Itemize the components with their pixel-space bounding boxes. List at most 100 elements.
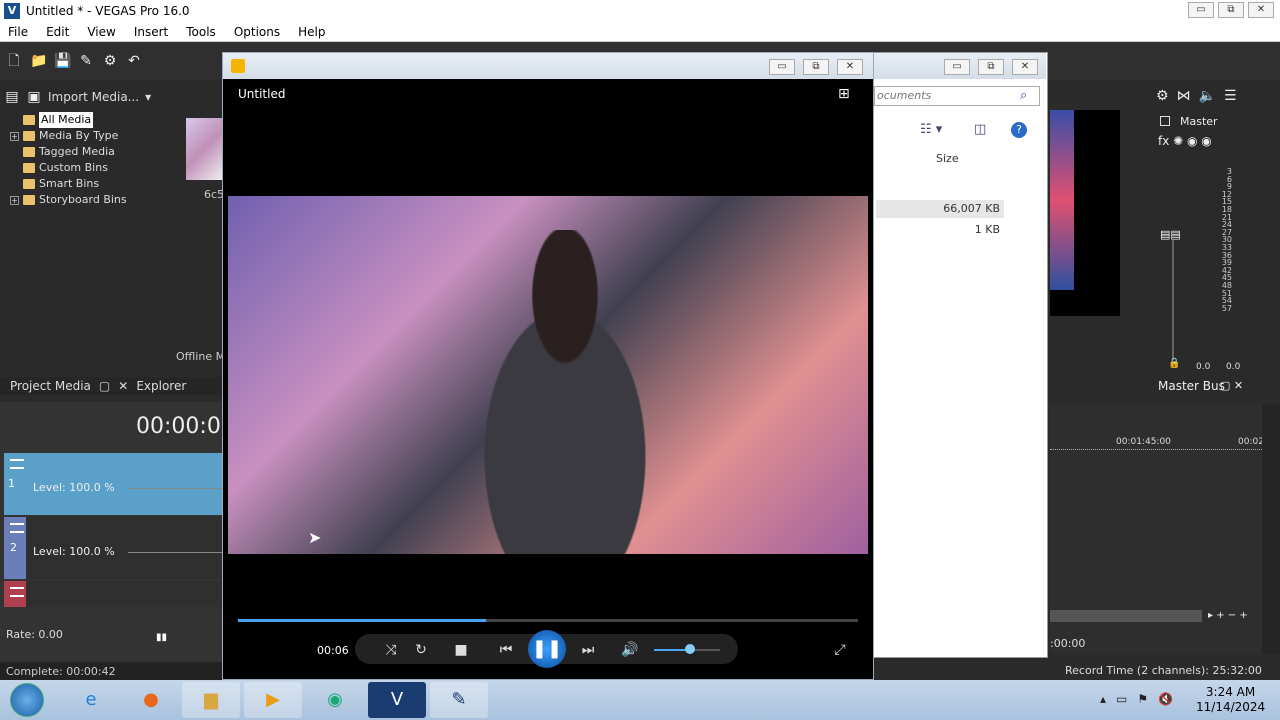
tree-item-all-media[interactable]: All Media [10,112,127,128]
tray-expand-icon[interactable]: ▴ [1100,692,1106,706]
search-icon[interactable]: ⌕ [1020,88,1027,103]
import-media-button[interactable]: Import Media... [48,90,139,104]
mute-icon[interactable]: 🔈 [1199,88,1216,104]
expand-icon[interactable]: + [10,195,19,205]
repeat-icon[interactable]: ↻ [412,640,430,660]
folder-icon [23,163,35,173]
ruler-mark: 00:01:45:00 [1116,437,1171,447]
tab-project-media[interactable]: Project Media [10,379,91,393]
volume-icon[interactable]: 🔊 [620,640,640,660]
open-folder-icon[interactable]: 📁 [30,53,47,69]
help-icon[interactable]: ? [1011,122,1027,138]
media-thumbnail[interactable] [186,118,222,180]
track-number: 1 [8,477,15,490]
media-player-icon [231,59,245,73]
menu-edit[interactable]: Edit [46,25,69,39]
pause-button[interactable]: ❚❚ [528,630,566,668]
tray-flag-icon[interactable]: ⚑ [1137,692,1148,706]
master-checkbox[interactable] [1160,116,1170,126]
explorer-search-input[interactable]: ocuments [874,86,1040,106]
file-row-2[interactable]: 1 KB [876,221,1004,239]
fullscreen-icon[interactable]: ⤢ [830,640,850,660]
menu-help[interactable]: Help [298,25,325,39]
player-close-button[interactable]: ✕ [837,59,863,75]
tray-device-icon[interactable]: ▭ [1116,692,1127,706]
level-slider[interactable] [128,552,222,553]
menu-file[interactable]: File [8,25,28,39]
app-title-bar: V Untitled * - VEGAS Pro 16.0 ▭ ⧉ ✕ [0,0,1280,22]
import-media-icon[interactable]: ▣ [26,89,42,105]
settings-gear-icon[interactable]: ⚙ [102,53,118,69]
track-3[interactable] [4,581,222,607]
track-level: Level: 100.0 % [33,481,115,494]
undo-icon[interactable]: ↶ [126,53,142,69]
fader-track[interactable] [1172,240,1174,360]
player-minimize-button[interactable]: ▭ [769,59,795,75]
bypass-icon[interactable]: ⋈ [1177,88,1191,104]
close-button[interactable]: ✕ [1248,2,1274,18]
previous-icon[interactable]: ⏮ [494,640,518,660]
pen-app-icon[interactable]: ✎ [430,682,488,718]
track-menu-icon[interactable] [10,587,24,597]
tab-explorer[interactable]: Explorer [136,379,186,393]
fx-icon[interactable]: fx ✺ ◉ ◉ [1158,134,1212,148]
settings-gear-icon[interactable]: ⚙ [1156,88,1169,104]
tree-item-custom-bins[interactable]: Custom Bins [10,160,127,176]
firefox-icon[interactable]: ● [122,682,180,718]
file-explorer-icon[interactable]: ▆ [182,682,240,718]
tree-item-tagged-media[interactable]: Tagged Media [10,144,127,160]
track-menu-icon[interactable] [10,459,24,469]
restore-icon[interactable]: ▢ ✕ [1220,379,1243,392]
render-icon[interactable]: ✎ [78,53,94,69]
vegas-taskbar-icon[interactable]: V [368,682,426,718]
view-options-icon[interactable]: ☷ ▾ [920,122,942,137]
preview-pane-icon[interactable]: ◫ [974,122,986,137]
tree-item-smart-bins[interactable]: Smart Bins [10,176,127,192]
green-app-icon[interactable]: ◉ [306,682,364,718]
minimize-button[interactable]: ▭ [1188,2,1214,18]
meter-toggle-icon[interactable]: ▤▤ [1160,228,1181,241]
restore-icon[interactable]: ▢ [99,379,110,393]
new-file-icon[interactable]: 🗋 [6,53,22,69]
tray-volume-muted-icon[interactable]: 🔇 [1158,692,1173,706]
rate-slider-thumb[interactable]: ▮▮ [156,632,167,643]
level-slider[interactable] [128,488,222,489]
tree-item-media-by-type[interactable]: + Media By Type [10,128,127,144]
internet-explorer-icon[interactable]: e [62,682,120,718]
next-icon[interactable]: ⏭ [576,640,600,660]
menu-tools[interactable]: Tools [186,25,216,39]
zoom-controls[interactable]: ▸ + − + [1208,610,1248,621]
file-row-1[interactable]: 66,007 KB [876,200,1004,218]
stop-icon[interactable]: ■ [452,640,470,660]
media-player-taskbar-icon[interactable]: ▶ [244,682,302,718]
close-icon[interactable]: ✕ [118,379,128,393]
column-size-header[interactable]: Size [936,152,959,165]
track-menu-icon[interactable] [10,523,24,533]
menu-options[interactable]: Options [234,25,280,39]
player-maximize-button[interactable]: ⧉ [803,59,829,75]
windows-start-icon[interactable] [10,683,44,717]
chevron-down-icon[interactable]: ▾ [145,90,151,104]
vertical-scrollbar[interactable] [1262,404,1280,654]
save-icon[interactable]: 💾 [54,53,71,69]
track-1[interactable]: 1 Level: 100.0 % [4,453,222,515]
expand-icon[interactable]: + [10,131,19,141]
lock-icon[interactable]: 🔒 [1168,358,1180,369]
mixer-sliders-icon[interactable]: ☰ [1224,88,1237,104]
tab-master-bus[interactable]: Master Bus [1158,379,1225,393]
menu-insert[interactable]: Insert [134,25,168,39]
system-tray: ▴ ▭ ⚑ 🔇 [1100,692,1173,706]
horizontal-scrollbar[interactable] [1050,610,1202,622]
explorer-minimize-button[interactable]: ▭ [944,59,970,75]
status-complete: Complete: 00:00:42 [0,662,222,680]
explorer-maximize-button[interactable]: ⧉ [978,59,1004,75]
track-2[interactable]: 2 Level: 100.0 % [4,517,222,579]
shuffle-icon[interactable]: ⤨ [382,640,400,660]
panel-menu-icon[interactable]: ▤ [4,89,20,105]
tree-item-storyboard-bins[interactable]: + Storyboard Bins [10,192,127,208]
maximize-button[interactable]: ⧉ [1218,2,1244,18]
explorer-close-button[interactable]: ✕ [1012,59,1038,75]
system-clock[interactable]: 3:24 AM 11/14/2024 [1196,685,1265,715]
menu-view[interactable]: View [87,25,115,39]
switch-to-library-icon[interactable]: ⊞ [838,86,850,102]
